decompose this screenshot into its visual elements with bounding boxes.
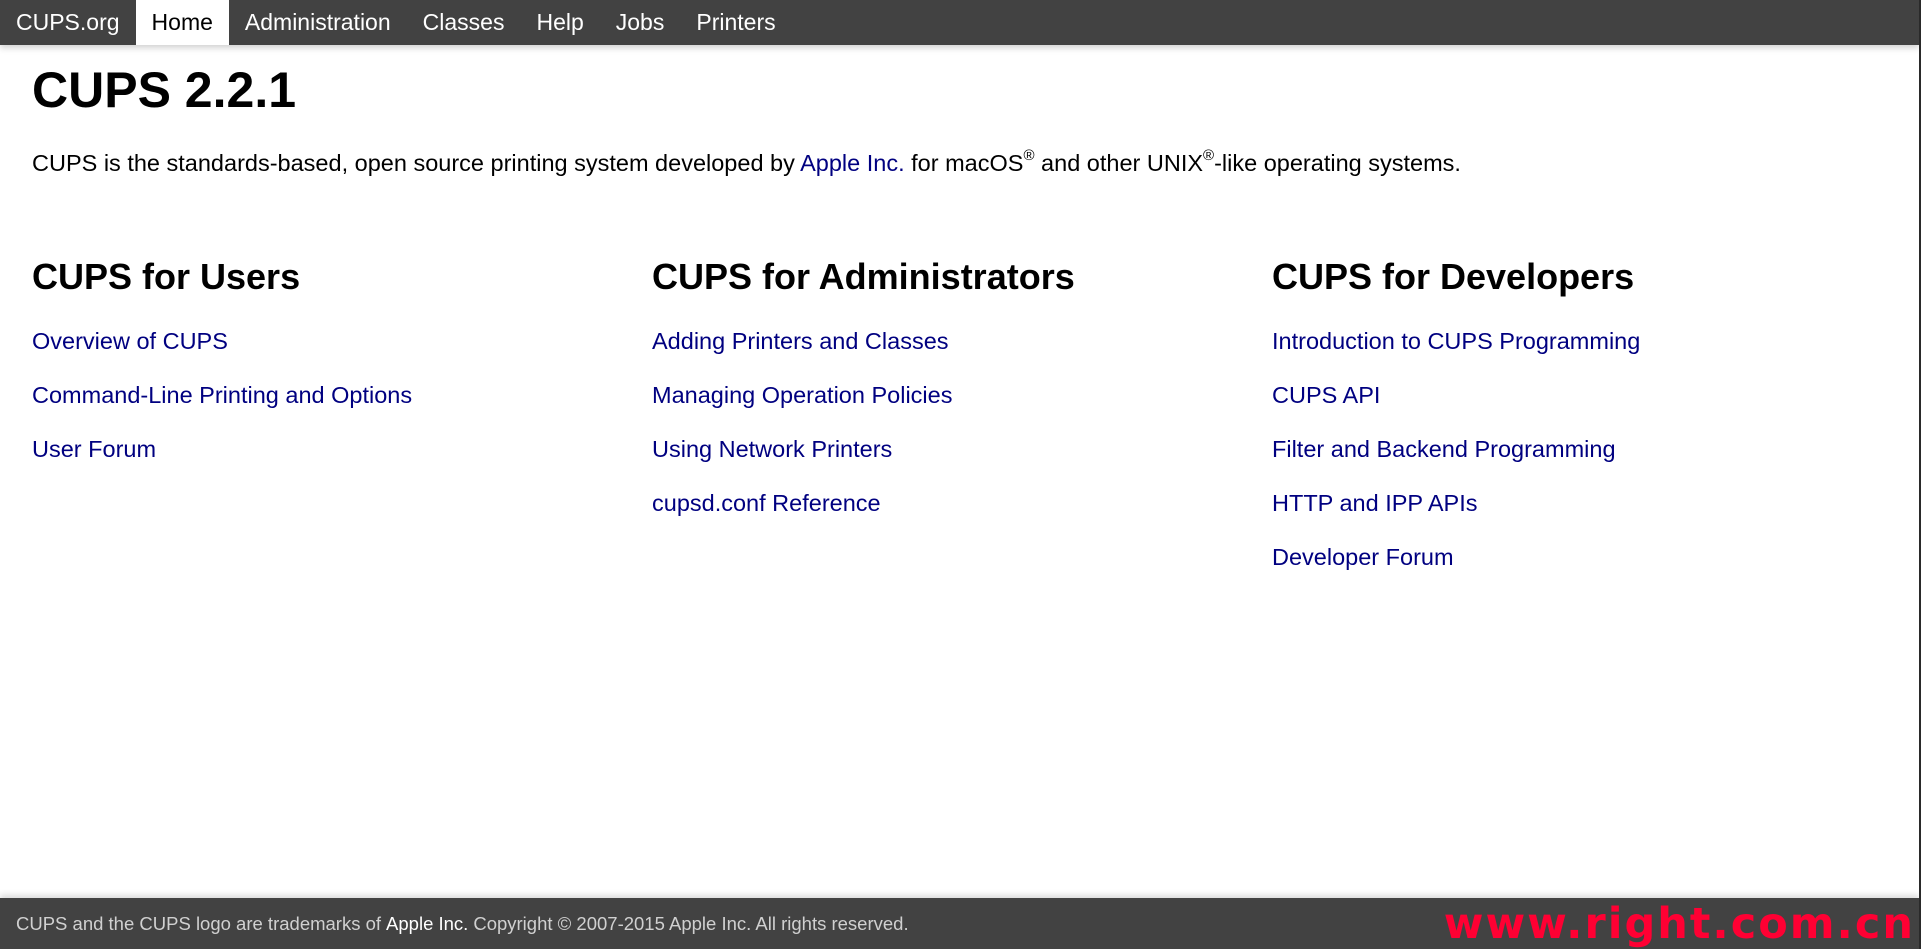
footer-apple-inc-link[interactable]: Apple Inc. [386, 913, 468, 935]
link-command-line-printing[interactable]: Command-Line Printing and Options [32, 381, 652, 435]
nav-brand-cups-org[interactable]: CUPS.org [0, 0, 136, 45]
intro-text-1: CUPS is the standards-based, open source… [32, 150, 801, 176]
nav-tab-printers[interactable]: Printers [680, 0, 791, 45]
link-filter-backend-programming[interactable]: Filter and Backend Programming [1272, 435, 1892, 489]
link-intro-cups-programming[interactable]: Introduction to CUPS Programming [1272, 327, 1892, 381]
link-http-ipp-apis[interactable]: HTTP and IPP APIs [1272, 489, 1892, 543]
footer-trademark-text: CUPS and the CUPS logo are trademarks of [16, 912, 382, 934]
sections-columns: CUPS for Users Overview of CUPS Command-… [32, 257, 1892, 597]
link-managing-operation-policies[interactable]: Managing Operation Policies [652, 381, 1272, 435]
section-administrators: CUPS for Administrators Adding Printers … [652, 257, 1272, 597]
link-using-network-printers[interactable]: Using Network Printers [652, 435, 1272, 489]
intro-text-2: for macOS [904, 150, 1024, 176]
section-developers: CUPS for Developers Introduction to CUPS… [1272, 257, 1892, 597]
section-users: CUPS for Users Overview of CUPS Command-… [32, 257, 652, 597]
link-overview-of-cups[interactable]: Overview of CUPS [32, 327, 652, 381]
section-heading: CUPS for Users [32, 256, 301, 297]
registered-mark: ® [1023, 147, 1035, 164]
nav-tab-jobs[interactable]: Jobs [600, 0, 681, 45]
nav-tab-home[interactable]: Home [135, 0, 229, 45]
link-adding-printers-and-classes[interactable]: Adding Printers and Classes [652, 327, 1272, 381]
top-nav-bar: CUPS.org Home Administration Classes Hel… [0, 0, 1919, 45]
nav-tab-administration[interactable]: Administration [229, 0, 407, 45]
link-cups-api[interactable]: CUPS API [1272, 381, 1892, 435]
main-content: CUPS 2.2.1 CUPS is the standards-based, … [32, 45, 1892, 570]
link-cupsd-conf-reference[interactable]: cupsd.conf Reference [652, 489, 1272, 543]
apple-inc-link[interactable]: Apple Inc. [800, 150, 905, 176]
intro-text-4: -like operating systems. [1214, 150, 1461, 176]
page-title: CUPS 2.2.1 [32, 62, 297, 118]
nav-tab-classes[interactable]: Classes [407, 0, 521, 45]
link-user-forum[interactable]: User Forum [32, 435, 652, 489]
registered-mark: ® [1203, 147, 1215, 164]
intro-paragraph: CUPS is the standards-based, open source… [32, 148, 1892, 179]
footer-copyright-text: Copyright © 2007-2015 Apple Inc. All rig… [473, 912, 909, 934]
section-heading: CUPS for Administrators [652, 256, 1075, 297]
intro-text-3: and other UNIX [1034, 150, 1204, 176]
link-developer-forum[interactable]: Developer Forum [1272, 543, 1892, 597]
nav-tab-help[interactable]: Help [520, 0, 599, 45]
watermark: www.right.com.cn [1443, 899, 1915, 949]
section-heading: CUPS for Developers [1272, 256, 1635, 297]
